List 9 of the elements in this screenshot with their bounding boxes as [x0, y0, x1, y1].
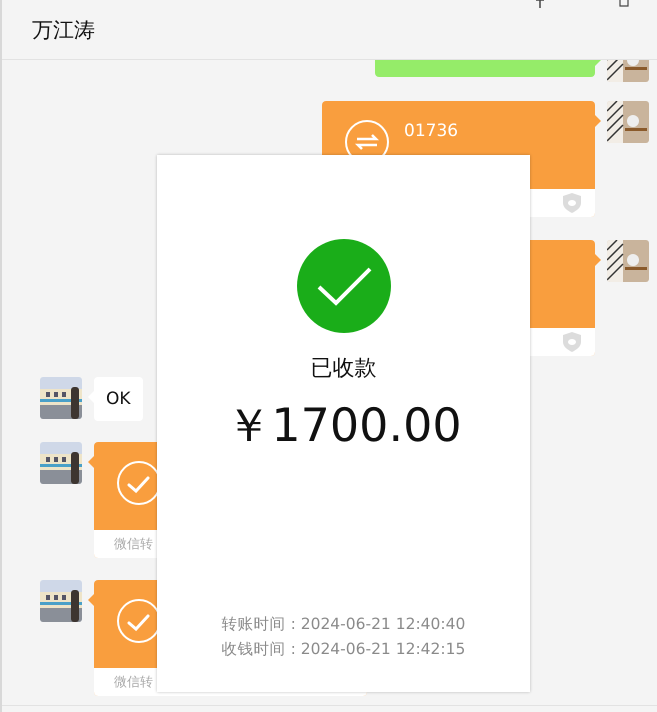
payment-time: 收钱时间 : 2024-06-21 12:42:15	[222, 639, 466, 660]
transfer-title: 01736	[404, 120, 458, 143]
chat-title: 万江涛	[32, 16, 95, 44]
message-bubble: OK	[94, 377, 143, 421]
transfer-label: 微信转	[114, 536, 153, 553]
transfer-label: 微信转	[114, 674, 153, 691]
payment-time: 转账时间 : 2024-06-21 12:40:40	[222, 614, 466, 635]
payment-amount: ￥1700.00	[225, 397, 462, 454]
payment-status: 已收款	[310, 355, 376, 383]
